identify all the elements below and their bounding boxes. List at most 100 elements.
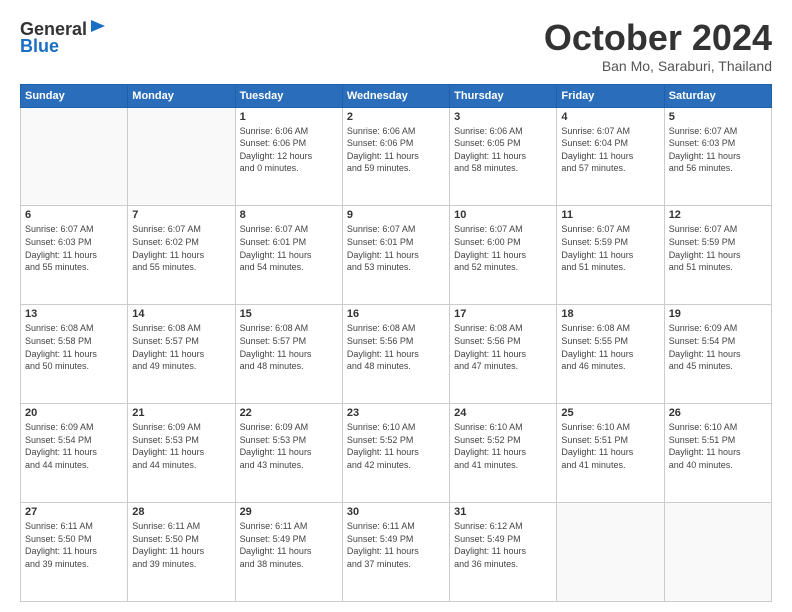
calendar-header-monday: Monday — [128, 84, 235, 107]
calendar-cell: 12Sunrise: 6:07 AM Sunset: 5:59 PM Dayli… — [664, 206, 771, 305]
location: Ban Mo, Saraburi, Thailand — [544, 58, 772, 74]
calendar-cell: 25 Sunrise: 6:10 AM Sunset: 5:51 PM Dayli… — [557, 404, 664, 503]
day-number: 29 — [240, 506, 338, 518]
calendar-cell: 20 Sunrise: 6:09 AM Sunset: 5:54 PM Dayli… — [21, 404, 128, 503]
day-info: Sunrise: 6:07 AM Sunset: 6:03 PM Dayligh… — [669, 125, 767, 175]
calendar-cell — [128, 107, 235, 206]
day-number: 11 — [561, 209, 659, 221]
day-number: 4 — [561, 111, 659, 123]
day-info: Sunrise: 6:06 AM Sunset: 6:05 PM Dayligh… — [454, 125, 552, 175]
day-number: 8 — [240, 209, 338, 221]
calendar-cell: 10 Sunrise: 6:07 AM Sunset: 6:00 PM Dayli… — [450, 206, 557, 305]
day-number: 25 — [561, 407, 659, 419]
day-number: 10 — [454, 209, 552, 221]
day-number: 22 — [240, 407, 338, 419]
title-block: October 2024 Ban Mo, Saraburi, Thailand — [544, 18, 772, 74]
calendar-cell: 1 Sunrise: 6:06 AM Sunset: 6:06 PM Daylig… — [235, 107, 342, 206]
day-info: Sunrise: 6:11 AM Sunset: 5:49 PM Dayligh… — [347, 520, 445, 570]
calendar-header-sunday: Sunday — [21, 84, 128, 107]
day-info: Sunrise: 6:08 AM Sunset: 5:58 PM Dayligh… — [25, 322, 123, 372]
day-info: Sunrise: 6:06 AM Sunset: 6:06 PM Dayligh… — [240, 125, 338, 175]
calendar-cell: 2Sunrise: 6:06 AM Sunset: 6:06 PM Daylig… — [342, 107, 449, 206]
calendar-header-tuesday: Tuesday — [235, 84, 342, 107]
day-number: 12 — [669, 209, 767, 221]
logo-blue-text: Blue — [20, 36, 59, 57]
day-info: Sunrise: 6:10 AM Sunset: 5:51 PM Dayligh… — [561, 421, 659, 471]
calendar-header-wednesday: Wednesday — [342, 84, 449, 107]
day-number: 9 — [347, 209, 445, 221]
calendar-cell: 26 Sunrise: 6:10 AM Sunset: 5:51 PM Dayli… — [664, 404, 771, 503]
day-number: 24 — [454, 407, 552, 419]
day-number: 1 — [240, 111, 338, 123]
day-info: Sunrise: 6:09 AM Sunset: 5:54 PM Dayligh… — [669, 322, 767, 372]
day-info: Sunrise: 6:08 AM Sunset: 5:56 PM Dayligh… — [454, 322, 552, 372]
calendar-cell: 31 Sunrise: 6:12 AM Sunset: 5:49 PM Dayli… — [450, 503, 557, 602]
calendar-cell: 6 Sunrise: 6:07 AM Sunset: 6:03 PM Daylig… — [21, 206, 128, 305]
calendar-cell: 13 Sunrise: 6:08 AM Sunset: 5:58 PM Dayli… — [21, 305, 128, 404]
page: General Blue October 2024 Ban Mo, Sarabu… — [0, 0, 792, 612]
day-info: Sunrise: 6:09 AM Sunset: 5:54 PM Dayligh… — [25, 421, 123, 471]
calendar-header-friday: Friday — [557, 84, 664, 107]
day-info: Sunrise: 6:10 AM Sunset: 5:52 PM Dayligh… — [454, 421, 552, 471]
calendar-week-row: 6 Sunrise: 6:07 AM Sunset: 6:03 PM Daylig… — [21, 206, 772, 305]
day-info: Sunrise: 6:07 AM Sunset: 6:04 PM Dayligh… — [561, 125, 659, 175]
day-info: Sunrise: 6:07 AM Sunset: 6:00 PM Dayligh… — [454, 223, 552, 273]
calendar-cell: 16 Sunrise: 6:08 AM Sunset: 5:56 PM Dayli… — [342, 305, 449, 404]
month-title: October 2024 — [544, 18, 772, 58]
logo-flag-icon — [89, 18, 107, 40]
calendar-cell: 24 Sunrise: 6:10 AM Sunset: 5:52 PM Dayli… — [450, 404, 557, 503]
day-info: Sunrise: 6:09 AM Sunset: 5:53 PM Dayligh… — [240, 421, 338, 471]
day-number: 26 — [669, 407, 767, 419]
calendar-week-row: 27 Sunrise: 6:11 AM Sunset: 5:50 PM Dayli… — [21, 503, 772, 602]
calendar-cell: 22 Sunrise: 6:09 AM Sunset: 5:53 PM Dayli… — [235, 404, 342, 503]
day-number: 7 — [132, 209, 230, 221]
day-number: 13 — [25, 308, 123, 320]
day-number: 19 — [669, 308, 767, 320]
calendar-week-row: 1 Sunrise: 6:06 AM Sunset: 6:06 PM Daylig… — [21, 107, 772, 206]
calendar-header-row: SundayMondayTuesdayWednesdayThursdayFrid… — [21, 84, 772, 107]
calendar-cell: 11Sunrise: 6:07 AM Sunset: 5:59 PM Dayli… — [557, 206, 664, 305]
calendar-header-saturday: Saturday — [664, 84, 771, 107]
day-number: 20 — [25, 407, 123, 419]
day-info: Sunrise: 6:08 AM Sunset: 5:57 PM Dayligh… — [132, 322, 230, 372]
calendar-cell: 19 Sunrise: 6:09 AM Sunset: 5:54 PM Dayli… — [664, 305, 771, 404]
calendar-cell: 30 Sunrise: 6:11 AM Sunset: 5:49 PM Dayli… — [342, 503, 449, 602]
calendar-cell — [21, 107, 128, 206]
day-info: Sunrise: 6:07 AM Sunset: 6:01 PM Dayligh… — [347, 223, 445, 273]
calendar-cell: 4 Sunrise: 6:07 AM Sunset: 6:04 PM Daylig… — [557, 107, 664, 206]
day-number: 17 — [454, 308, 552, 320]
calendar-cell: 7 Sunrise: 6:07 AM Sunset: 6:02 PM Daylig… — [128, 206, 235, 305]
day-info: Sunrise: 6:10 AM Sunset: 5:51 PM Dayligh… — [669, 421, 767, 471]
calendar-cell: 15Sunrise: 6:08 AM Sunset: 5:57 PM Dayli… — [235, 305, 342, 404]
day-info: Sunrise: 6:08 AM Sunset: 5:56 PM Dayligh… — [347, 322, 445, 372]
calendar-week-row: 20 Sunrise: 6:09 AM Sunset: 5:54 PM Dayli… — [21, 404, 772, 503]
day-number: 30 — [347, 506, 445, 518]
calendar-cell — [664, 503, 771, 602]
day-number: 31 — [454, 506, 552, 518]
day-number: 6 — [25, 209, 123, 221]
day-number: 23 — [347, 407, 445, 419]
day-number: 16 — [347, 308, 445, 320]
day-number: 27 — [25, 506, 123, 518]
day-number: 18 — [561, 308, 659, 320]
calendar-cell: 14Sunrise: 6:08 AM Sunset: 5:57 PM Dayli… — [128, 305, 235, 404]
calendar-cell: 5Sunrise: 6:07 AM Sunset: 6:03 PM Daylig… — [664, 107, 771, 206]
day-info: Sunrise: 6:08 AM Sunset: 5:57 PM Dayligh… — [240, 322, 338, 372]
calendar-week-row: 13 Sunrise: 6:08 AM Sunset: 5:58 PM Dayli… — [21, 305, 772, 404]
calendar-cell: 3Sunrise: 6:06 AM Sunset: 6:05 PM Daylig… — [450, 107, 557, 206]
day-info: Sunrise: 6:10 AM Sunset: 5:52 PM Dayligh… — [347, 421, 445, 471]
day-info: Sunrise: 6:12 AM Sunset: 5:49 PM Dayligh… — [454, 520, 552, 570]
calendar-cell: 18Sunrise: 6:08 AM Sunset: 5:55 PM Dayli… — [557, 305, 664, 404]
day-number: 28 — [132, 506, 230, 518]
calendar-cell: 29Sunrise: 6:11 AM Sunset: 5:49 PM Dayli… — [235, 503, 342, 602]
calendar-cell: 21Sunrise: 6:09 AM Sunset: 5:53 PM Dayli… — [128, 404, 235, 503]
day-number: 2 — [347, 111, 445, 123]
calendar-cell: 9 Sunrise: 6:07 AM Sunset: 6:01 PM Daylig… — [342, 206, 449, 305]
logo: General Blue — [20, 18, 111, 57]
day-info: Sunrise: 6:11 AM Sunset: 5:50 PM Dayligh… — [132, 520, 230, 570]
day-info: Sunrise: 6:07 AM Sunset: 6:02 PM Dayligh… — [132, 223, 230, 273]
day-number: 21 — [132, 407, 230, 419]
day-info: Sunrise: 6:11 AM Sunset: 5:50 PM Dayligh… — [25, 520, 123, 570]
calendar-cell: 27 Sunrise: 6:11 AM Sunset: 5:50 PM Dayli… — [21, 503, 128, 602]
day-info: Sunrise: 6:07 AM Sunset: 6:03 PM Dayligh… — [25, 223, 123, 273]
